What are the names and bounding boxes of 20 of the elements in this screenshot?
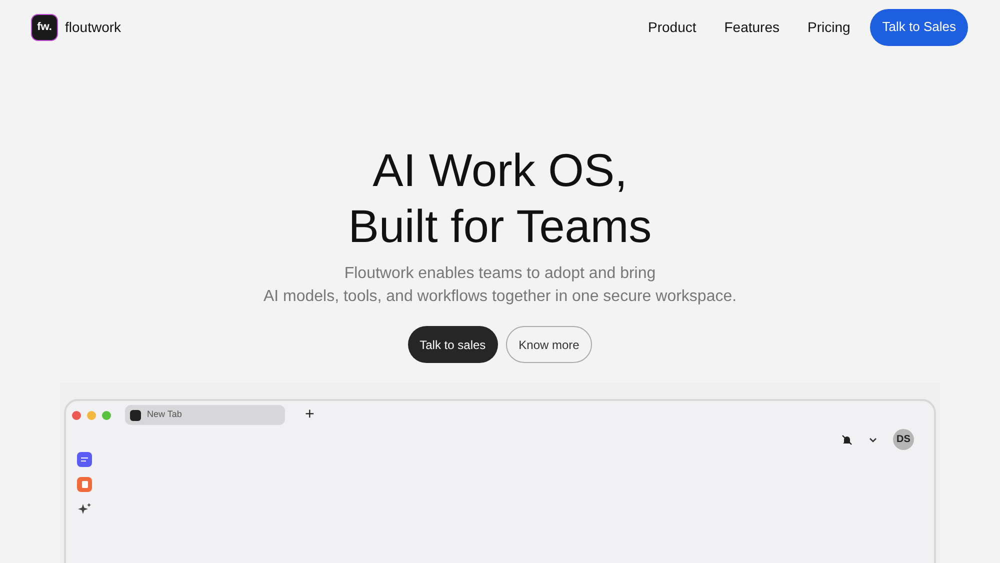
tab-favicon-icon <box>130 410 141 420</box>
know-more-button[interactable]: Know more <box>506 326 592 363</box>
nav-link[interactable]: Pricing <box>808 16 850 38</box>
logo-icon[interactable]: fw. <box>32 14 57 40</box>
talk-to-sales-button[interactable]: Talk to sales <box>408 326 498 363</box>
chevron-down-icon[interactable] <box>869 436 877 442</box>
tasks-icon[interactable] <box>77 452 92 467</box>
nav-link[interactable]: Product <box>648 16 696 38</box>
hero-subtitle: Floutwork enables teams to adopt and bring <box>344 264 656 284</box>
hero-subtitle: AI models, tools, and workflows together in one secure workspace. <box>263 287 737 307</box>
nav-link[interactable]: Features <box>724 16 780 38</box>
hero-title: Built for Teams <box>348 199 652 254</box>
talk-to-sales-button[interactable]: Talk to Sales <box>870 8 968 46</box>
hero-title: AI Work OS, <box>372 143 628 198</box>
browser-tab[interactable]: New Tab <box>125 405 285 425</box>
new-tab-button[interactable]: + <box>305 407 314 423</box>
user-avatar[interactable]: DS <box>893 429 914 450</box>
muted-bell-icon[interactable] <box>841 434 853 446</box>
document-icon[interactable] <box>77 477 92 492</box>
brand-name: floutwork <box>65 18 122 36</box>
